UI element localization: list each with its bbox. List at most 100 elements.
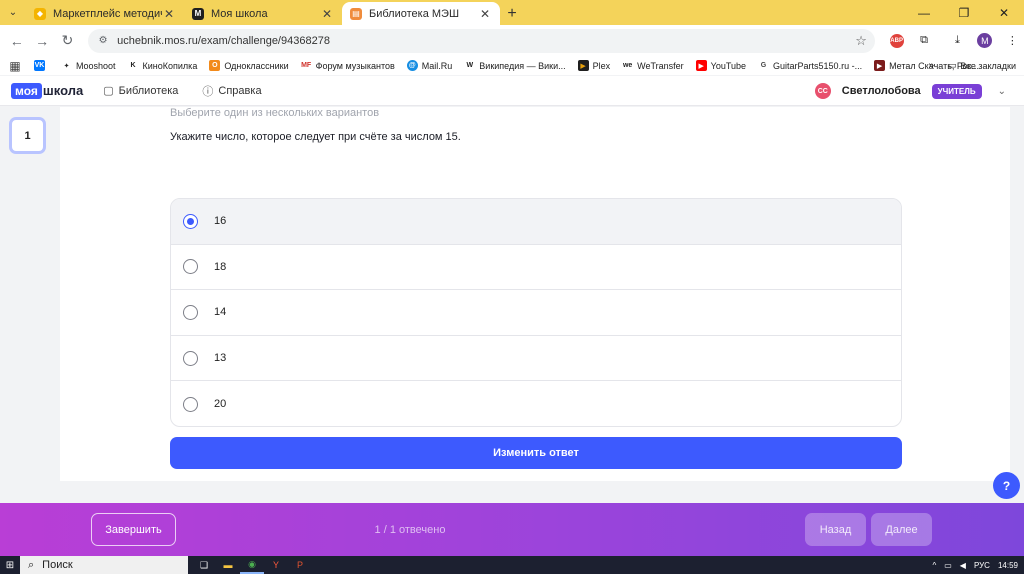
more-bookmarks-chevron-icon[interactable]: »: [928, 56, 934, 75]
finish-button[interactable]: Завершить: [91, 513, 176, 546]
language-indicator[interactable]: РУС: [974, 561, 990, 570]
all-bookmarks-button[interactable]: ▭ Все закладки: [948, 56, 1016, 75]
file-explorer-icon[interactable]: ▬: [216, 556, 240, 574]
moya-shkola-favicon-icon: M: [192, 7, 204, 20]
bookmark-odnoklassniki[interactable]: O Одноклассники: [209, 60, 289, 71]
help-circle-icon: ⓘ: [202, 85, 214, 98]
book-icon: ▢: [103, 85, 114, 97]
chevron-down-icon[interactable]: ⌄: [998, 86, 1006, 97]
radio-icon[interactable]: [183, 350, 198, 366]
answer-option-18[interactable]: 18: [171, 245, 901, 291]
bookmark-kinokopilka[interactable]: K КиноКопилка: [127, 60, 197, 71]
answer-option-14[interactable]: 14: [171, 290, 901, 336]
minimize-icon[interactable]: —: [904, 0, 944, 25]
biblioteka-favicon-icon: ▤: [350, 7, 362, 20]
question-hint: Выберите один из нескольких вариантов: [170, 107, 380, 119]
site-info-icon[interactable]: ⚙: [96, 34, 110, 48]
question-number-tile[interactable]: 1: [9, 117, 46, 154]
forward-arrow-icon[interactable]: →: [29, 28, 54, 54]
browser-menu-icon[interactable]: ⋮: [1001, 29, 1024, 53]
vk-icon: VK: [34, 60, 45, 71]
radio-selected-icon[interactable]: [183, 213, 198, 229]
close-tab-icon[interactable]: ✕: [478, 7, 492, 21]
bookmarks-bar: ▦ VK ✦ Mooshoot K КиноКопилка O Одноклассни…: [0, 56, 1024, 75]
system-tray: ^ ▭ ◀ РУС 14:59: [924, 556, 1018, 574]
bookmark-star-icon[interactable]: ☆: [855, 33, 867, 49]
help-button[interactable]: ?: [993, 472, 1020, 499]
apps-grid-icon[interactable]: ▦: [0, 59, 30, 73]
adblock-extension-icon[interactable]: ABP: [885, 29, 908, 53]
answer-option-16[interactable]: 16: [171, 199, 901, 245]
bookmark-guitarparts[interactable]: G GuitarParts5150.ru -...: [758, 60, 862, 71]
question-text: Укажите число, которое следует при счёте…: [170, 131, 461, 143]
profile-avatar[interactable]: M: [973, 29, 996, 53]
folder-icon: ▭: [947, 60, 957, 70]
youtube-icon: ▶: [695, 60, 707, 71]
network-icon[interactable]: ▭: [944, 561, 952, 570]
tab-biblioteka-mesh[interactable]: ▤ Библиотека МЭШ ✕: [342, 2, 500, 25]
volume-icon[interactable]: ◀: [960, 561, 966, 570]
nav-library[interactable]: ▢ Библиотека: [103, 84, 178, 98]
close-window-icon[interactable]: ✕: [984, 0, 1024, 25]
kinokopilka-icon: K: [127, 60, 139, 71]
url-text[interactable]: uchebnik.mos.ru/exam/challenge/94368278: [117, 35, 855, 47]
reload-icon[interactable]: ↻: [55, 28, 80, 54]
yandex-browser-icon[interactable]: Y: [264, 556, 288, 574]
mf-icon: MF: [300, 60, 312, 71]
windows-taskbar: ⊞ ⌕ Поиск ❑ ▬ ◉ Y P ^ ▭ ◀ РУС 14:59: [0, 556, 1024, 574]
exam-footer: 1 / 1 отвечено Завершить Назад Далее: [0, 503, 1024, 556]
bookmark-mailru[interactable]: @ Mail.Ru: [406, 60, 452, 71]
guitarparts-icon: G: [758, 60, 770, 71]
moya-shkola-logo[interactable]: моя школа: [11, 82, 83, 99]
bookmark-vk[interactable]: VK: [34, 60, 49, 71]
radio-icon[interactable]: [183, 304, 198, 320]
new-tab-button[interactable]: +: [500, 2, 524, 25]
extensions-puzzle-icon[interactable]: ⧉: [912, 29, 935, 53]
search-icon: ⌕: [28, 558, 35, 571]
powerpoint-icon[interactable]: P: [288, 556, 312, 574]
address-bar[interactable]: ⚙ uchebnik.mos.ru/exam/challenge/9436827…: [88, 28, 875, 53]
chrome-icon[interactable]: ◉: [240, 556, 264, 574]
next-button[interactable]: Далее: [871, 513, 932, 546]
tab-moya-shkola[interactable]: M Моя школа ✕: [184, 2, 342, 25]
bookmark-forum-musicians[interactable]: MF Форум музыкантов: [300, 60, 395, 71]
back-arrow-icon[interactable]: ←: [4, 28, 29, 54]
change-answer-button[interactable]: Изменить ответ: [170, 437, 902, 469]
download-icon[interactable]: ⤓: [946, 29, 969, 53]
tab-search-chevron-icon[interactable]: ⌄: [0, 0, 26, 25]
radio-icon[interactable]: [183, 396, 198, 412]
bookmark-plex[interactable]: ▶ Plex: [577, 60, 610, 71]
task-view-icon[interactable]: ❑: [192, 556, 216, 574]
site-header: моя школа ▢ Библиотека ⓘ Справка СС Свет…: [0, 76, 1024, 106]
close-tab-icon[interactable]: ✕: [320, 7, 334, 21]
browser-tab-strip: ⌄ ◆ Маркетплейс методических р ✕ M Моя ш…: [0, 0, 1024, 25]
marketplace-favicon-icon: ◆: [34, 7, 46, 20]
user-name: Светлолобова: [841, 85, 921, 97]
plex-icon: ▶: [577, 60, 589, 71]
close-tab-icon[interactable]: ✕: [162, 7, 176, 21]
mooshoot-icon: ✦: [61, 60, 72, 71]
answer-options: 16 18 14 13 20: [170, 198, 902, 427]
bookmark-mooshoot[interactable]: ✦ Mooshoot: [61, 60, 116, 71]
taskbar-search-input[interactable]: ⌕ Поиск: [20, 556, 188, 574]
bookmark-wetransfer[interactable]: we WeTransfer: [622, 60, 684, 71]
answer-option-13[interactable]: 13: [171, 336, 901, 382]
wikipedia-icon: W: [464, 60, 476, 71]
bookmark-wikipedia[interactable]: W Википедия — Вики...: [464, 60, 566, 71]
radio-icon[interactable]: [183, 259, 198, 275]
nav-help[interactable]: ⓘ Справка: [202, 83, 261, 99]
user-menu[interactable]: СС Светлолобова УЧИТЕЛЬ ⌄: [814, 76, 1006, 106]
restore-icon[interactable]: ❐: [944, 0, 984, 25]
tab-marketplace[interactable]: ◆ Маркетплейс методических р ✕: [26, 2, 184, 25]
exam-content: 1 Выберите один из нескольких вариантов …: [0, 107, 1024, 503]
role-badge: УЧИТЕЛЬ: [931, 83, 982, 99]
answer-option-20[interactable]: 20: [171, 381, 901, 426]
browser-toolbar: ← → ↻ ⚙ uchebnik.mos.ru/exam/challenge/9…: [0, 25, 1024, 56]
windows-start-icon[interactable]: ⊞: [0, 560, 20, 571]
back-button[interactable]: Назад: [805, 513, 866, 546]
clock[interactable]: 14:59: [998, 561, 1018, 570]
tray-chevron-up-icon[interactable]: ^: [932, 561, 936, 570]
bookmark-youtube[interactable]: ▶ YouTube: [695, 60, 746, 71]
metal-icon: ▶: [874, 60, 886, 71]
question-card: Выберите один из нескольких вариантов Ук…: [60, 107, 1010, 481]
